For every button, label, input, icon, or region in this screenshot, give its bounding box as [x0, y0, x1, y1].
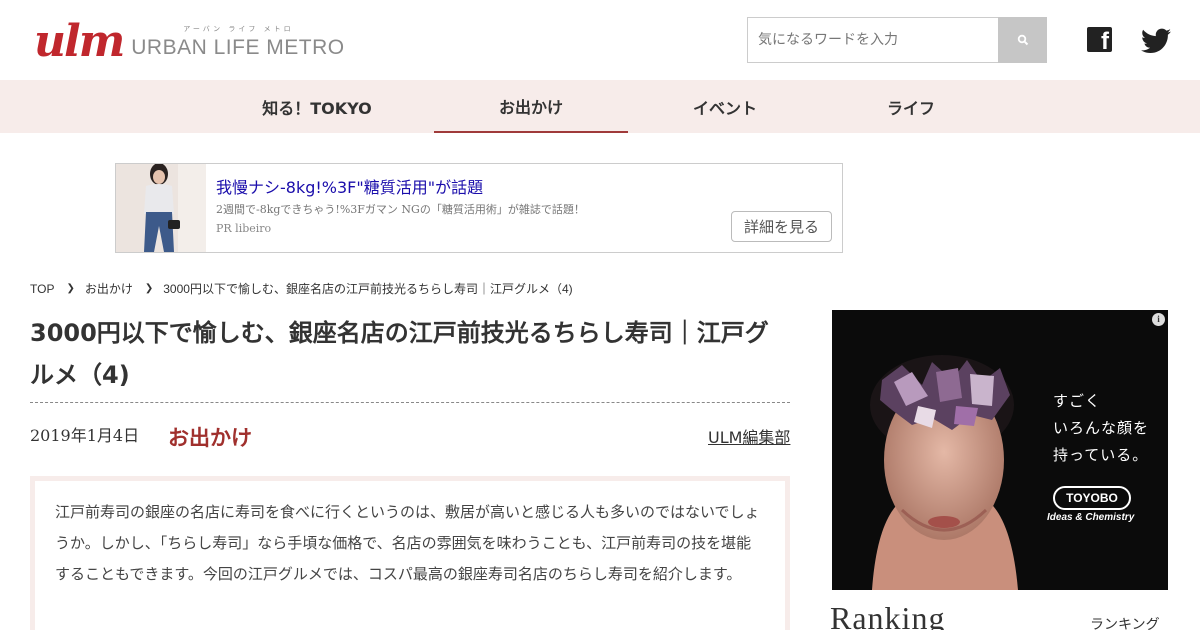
ad-copy: すごく いろんな顔を 持っている。: [1053, 388, 1149, 469]
search-bar: [747, 17, 1047, 63]
twitter-icon[interactable]: [1141, 28, 1171, 54]
toyobo-logo: TOYOBO: [1053, 486, 1131, 510]
search-button[interactable]: [998, 17, 1047, 63]
article-title: 3000円以下で愉しむ、銀座名店の江戸前技光るちらし寿司｜江戸グルメ（4): [30, 319, 769, 389]
nav-item-event[interactable]: イベント: [628, 80, 822, 133]
logo-name: URBAN LIFE METRO: [131, 36, 345, 59]
nav-item-life[interactable]: ライフ: [814, 80, 1008, 133]
ad-copy-line: いろんな顔を: [1053, 419, 1150, 437]
sidebar-display-ad[interactable]: i すごく いろんな顔を 持っている。 TOYOBO Ideas & Chemi…: [832, 310, 1168, 590]
article-lead-box: 江戸前寿司の銀座の名店に寿司を食べに行くというのは、敷居が高いと感じる人も多いの…: [30, 476, 790, 630]
ranking-heading: Ranking: [830, 600, 946, 630]
logo-mark: ulm: [34, 16, 125, 67]
native-ad-banner[interactable]: 我慢ナシ-8kg!%3F"糖質活用"が話題 2週間で-8kgできちゃう!%3Fガ…: [115, 163, 843, 253]
ad-description: 2週間で-8kgできちゃう!%3Fガマン NGの「糖質活用術」が雑誌で話題！: [216, 203, 585, 216]
global-nav: 知る！TOKYO お出かけ イベント ライフ: [0, 80, 1200, 133]
ad-title-link[interactable]: 我慢ナシ-8kg!%3F"糖質活用"が話題: [216, 174, 483, 198]
ranking-subheading: ランキング: [1090, 617, 1160, 630]
ad-copy-line: すごく: [1053, 392, 1102, 410]
facebook-icon[interactable]: f: [1087, 27, 1112, 55]
site-logo[interactable]: ulm アーバン ライフ メトロ URBAN LIFE METRO: [34, 14, 345, 64]
chevron-right-icon: ❯: [144, 283, 154, 294]
breadcrumb-top[interactable]: TOP: [30, 282, 54, 296]
logo-ruby: アーバン ライフ メトロ: [183, 25, 294, 33]
ad-thumbnail-figure: [116, 164, 206, 252]
chevron-right-icon: ❯: [66, 283, 75, 294]
nav-item-odekake[interactable]: お出かけ: [434, 80, 628, 133]
ad-tagline: Ideas & Chemistry: [1047, 512, 1135, 523]
ad-thumbnail[interactable]: [116, 164, 206, 252]
title-divider: [30, 402, 790, 403]
article-category-link[interactable]: お出かけ: [168, 422, 252, 452]
search-icon: [1017, 34, 1028, 46]
facebook-glyph: f: [1101, 28, 1109, 55]
breadcrumb-odekake[interactable]: お出かけ: [85, 280, 133, 297]
breadcrumb-current: 3000円以下で愉しむ、銀座名店の江戸前技光るちらし寿司｜江戸グルメ（4): [163, 282, 573, 296]
ad-info-icon[interactable]: i: [1152, 313, 1165, 326]
ad-copy-line: 持っている。: [1053, 446, 1149, 464]
nav-item-shiru-tokyo[interactable]: 知る！TOKYO: [220, 80, 414, 133]
ad-sponsor-label: PR libeiro: [216, 222, 272, 235]
article-author-link[interactable]: ULM編集部: [708, 424, 790, 448]
ad-details-button[interactable]: 詳細を見る: [731, 211, 832, 242]
article-date: 2019年1月4日: [30, 426, 140, 445]
breadcrumb: TOP ❯ お出かけ ❯ 3000円以下で愉しむ、銀座名店の江戸前技光るちらし寿…: [30, 280, 573, 297]
search-input[interactable]: [747, 17, 998, 63]
article-lead-text: 江戸前寿司の銀座の名店に寿司を食べに行くというのは、敷居が高いと感じる人も多いの…: [55, 503, 760, 583]
site-header: ulm アーバン ライフ メトロ URBAN LIFE METRO f: [0, 0, 1200, 80]
